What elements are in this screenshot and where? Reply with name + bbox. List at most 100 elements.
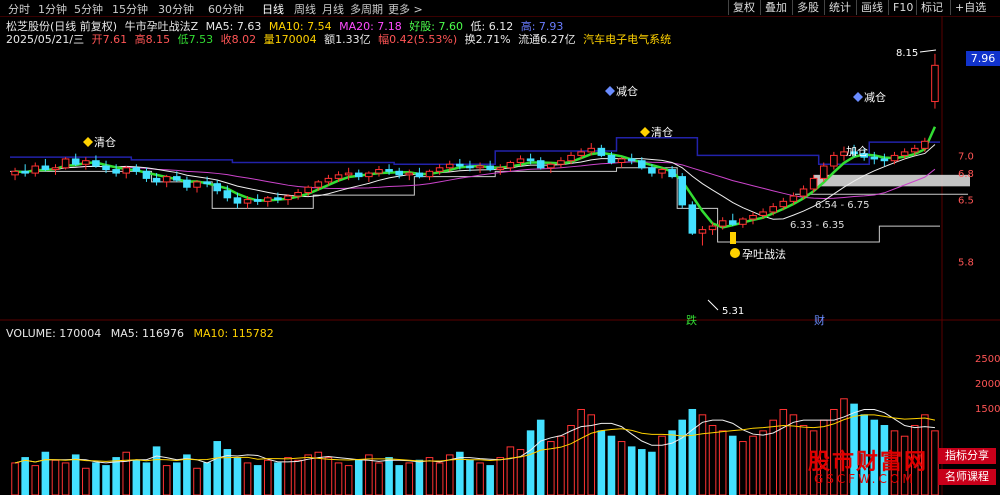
volume-bar <box>638 449 646 495</box>
volume-bar <box>648 451 656 495</box>
candle-body <box>375 169 383 174</box>
candle-body <box>749 214 757 220</box>
candle-body <box>728 220 737 225</box>
volume-bar <box>577 408 585 495</box>
volume-bar <box>718 430 727 495</box>
candle-body <box>557 160 565 165</box>
candle-body <box>233 197 242 204</box>
candle-body <box>931 64 939 103</box>
current-price-box: 7.96 <box>966 51 1000 66</box>
candle-body <box>354 172 363 178</box>
candle-body <box>587 147 596 153</box>
event-mark-finance: 财 <box>814 313 825 327</box>
candle-body <box>243 199 252 204</box>
volume-bar <box>243 462 252 495</box>
watermark: 股市财富网 GSCFW.COM 指标分享 名师课程 <box>802 442 1000 495</box>
volume-bar <box>31 465 40 495</box>
volume-bar <box>334 462 343 495</box>
price-axis-label: 6.8 <box>958 169 974 180</box>
candle-body <box>698 229 707 234</box>
zone-label-lower: 6.33 - 6.35 <box>790 220 845 231</box>
candle-body <box>112 169 120 174</box>
candle-body <box>213 183 222 192</box>
candle-body <box>92 160 100 167</box>
low-mark-label: 5.31 <box>722 306 744 317</box>
volume-bar <box>304 454 312 495</box>
candle-body <box>142 170 151 179</box>
volume-ma10: MA10: 115782 <box>193 327 274 340</box>
volume-bar <box>61 462 70 495</box>
yuntu-flag <box>730 232 736 244</box>
candle-body <box>890 154 899 162</box>
candle-body <box>718 220 727 227</box>
volume-bar <box>536 419 545 495</box>
volume-bar <box>344 465 353 495</box>
watermark-tag-course: 名师课程 <box>938 469 996 485</box>
volume-title[interactable]: VOLUME: 170004 <box>6 327 101 340</box>
candle-body <box>435 167 444 172</box>
volume-bar <box>354 459 363 495</box>
volume-bar <box>607 435 616 495</box>
candle-body <box>193 181 201 188</box>
candle-body <box>61 158 70 169</box>
candle-body <box>82 160 90 165</box>
volume-bar <box>779 408 788 495</box>
candle-body <box>516 158 525 163</box>
kline-chart[interactable]: 7.0 6.8 6.5 5.8 2500 2000 1500 清仓 减仓清仓 减仓加仓孕吐战法 8.… <box>0 0 1000 495</box>
volume-bar <box>51 459 60 495</box>
price-axis-label: 7.0 <box>958 151 974 162</box>
candle-body <box>607 154 616 163</box>
volume-bar <box>486 465 494 495</box>
candle-body <box>476 165 484 169</box>
volume-bar <box>567 425 575 495</box>
candle-body <box>759 211 767 216</box>
volume-bar <box>102 465 110 495</box>
volume-bar <box>183 454 191 495</box>
volume-bar <box>82 467 90 495</box>
volume-bar <box>557 435 565 495</box>
volume-bar <box>466 459 474 495</box>
volume-axis-label: 2000 <box>975 379 1000 390</box>
candle-body <box>314 181 323 188</box>
candle-body <box>304 186 312 194</box>
volume-bar <box>759 430 767 495</box>
volume-bar <box>789 414 798 495</box>
low-mark-arrow <box>707 299 719 311</box>
volume-bar <box>435 462 444 495</box>
candle-body <box>71 158 80 165</box>
candle-body <box>223 190 232 199</box>
candle-body <box>324 177 333 183</box>
candle-body <box>51 167 60 171</box>
candle-body <box>31 165 40 174</box>
volume-bar <box>698 414 707 495</box>
volume-bar <box>375 462 383 495</box>
price-axis-label: 5.8 <box>958 257 974 268</box>
candle-body <box>102 165 110 171</box>
volume-bar <box>253 465 262 495</box>
candle-body <box>365 172 373 178</box>
candle-body <box>536 160 545 169</box>
candle-body <box>274 197 282 201</box>
zone-label-upper: 6.54 - 6.75 <box>815 200 870 211</box>
volume-bar <box>749 435 757 495</box>
price-axis-label: 6.5 <box>958 196 974 207</box>
volume-bar <box>294 459 302 495</box>
zone-box-upper <box>814 174 970 187</box>
candle-body <box>456 163 464 167</box>
watermark-url: GSCFW.COM <box>814 472 916 486</box>
volume-axis-label: 2500 <box>975 354 1000 365</box>
volume-bar <box>708 425 717 495</box>
volume-bar <box>92 462 100 495</box>
candle-body <box>769 206 777 213</box>
volume-bar <box>112 457 120 495</box>
candle-body <box>385 169 393 172</box>
candle-body <box>910 147 919 153</box>
candle-body <box>668 169 676 178</box>
annotation-clear-1: 清仓 <box>94 135 116 149</box>
candle-body <box>819 165 828 179</box>
annotation-reduce-2-marker <box>853 92 863 102</box>
candle-body <box>263 197 272 202</box>
volume-bar <box>385 457 393 495</box>
candle-body <box>203 181 211 185</box>
volume-bar <box>678 419 687 495</box>
